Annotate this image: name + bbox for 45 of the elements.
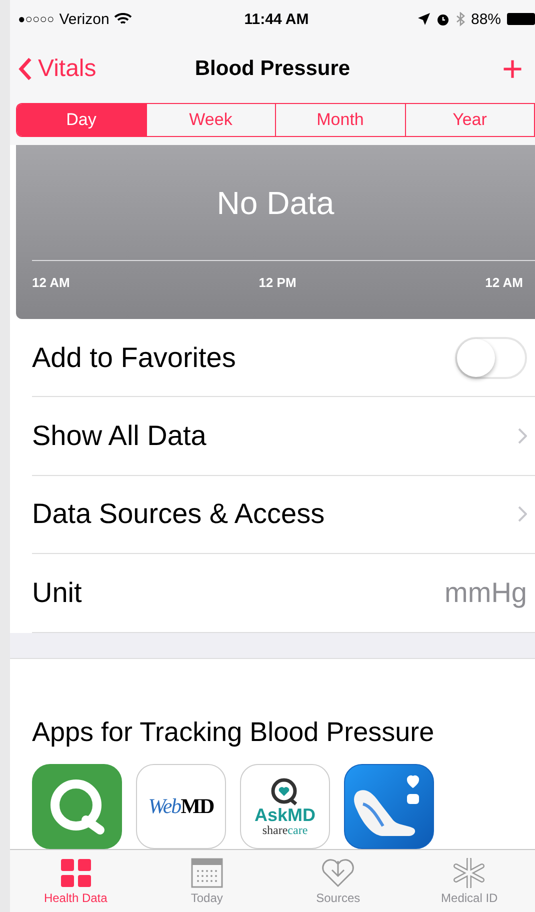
alarm-clock-icon xyxy=(436,12,450,26)
back-button[interactable]: Vitals xyxy=(18,55,96,83)
location-arrow-icon xyxy=(418,13,430,25)
axis-label: 12 AM xyxy=(485,275,523,290)
tab-bar-item[interactable]: Medical ID xyxy=(404,850,535,912)
calendar-icon xyxy=(190,858,223,888)
wifi-icon xyxy=(114,12,132,26)
axis-label: 12 PM xyxy=(258,275,296,290)
row-label: Add to Favorites xyxy=(32,342,237,374)
period-tab[interactable]: Day xyxy=(17,104,146,136)
signal-strength: ●○○○○ xyxy=(18,12,54,26)
period-tab[interactable]: Week xyxy=(146,104,276,136)
no-data-message: No Data xyxy=(216,185,334,222)
bluetooth-icon xyxy=(456,12,465,26)
section-title: Apps for Tracking Blood Pressure xyxy=(32,717,436,748)
back-chevron-icon xyxy=(18,57,32,81)
app-icon[interactable]: WebMD xyxy=(136,764,226,850)
period-tab[interactable]: Month xyxy=(276,104,406,136)
app-logo-text: sharecare xyxy=(262,824,308,836)
grid-icon xyxy=(60,858,92,888)
app-icon[interactable] xyxy=(32,764,122,850)
carrier-name: Verizon xyxy=(59,10,110,28)
battery-icon xyxy=(507,12,535,26)
chevron-icon xyxy=(517,428,527,444)
screen-title: Blood Pressure xyxy=(194,57,350,81)
row-label[interactable]: Data Sources & Access xyxy=(32,498,517,530)
row-label[interactable]: Show All Data xyxy=(32,420,517,452)
tab-bar-item[interactable]: Health Data xyxy=(10,850,142,912)
heart-download-icon xyxy=(320,858,356,888)
battery-percentage: 88% xyxy=(470,10,502,28)
period-tab[interactable]: Year xyxy=(406,104,535,136)
tab-bar-item[interactable]: Today xyxy=(141,850,272,912)
app-icon[interactable] xyxy=(344,764,434,850)
axis-label: 12 AM xyxy=(32,275,70,290)
asterisk-icon xyxy=(453,858,486,888)
tab-bar-item[interactable]: Sources xyxy=(272,850,404,912)
row-label[interactable]: Unit xyxy=(32,576,445,609)
status-time: 11:44 AM xyxy=(244,10,309,28)
chevron-icon xyxy=(517,506,527,522)
app-logo-text: AskMD xyxy=(254,806,316,824)
app-logo-text: WebMD xyxy=(148,794,214,820)
app-icon[interactable]: AskMD sharecare xyxy=(240,764,330,850)
favorites-toggle[interactable] xyxy=(455,336,527,378)
add-button[interactable]: + xyxy=(498,51,527,87)
unit-value: mmHg xyxy=(444,576,527,609)
